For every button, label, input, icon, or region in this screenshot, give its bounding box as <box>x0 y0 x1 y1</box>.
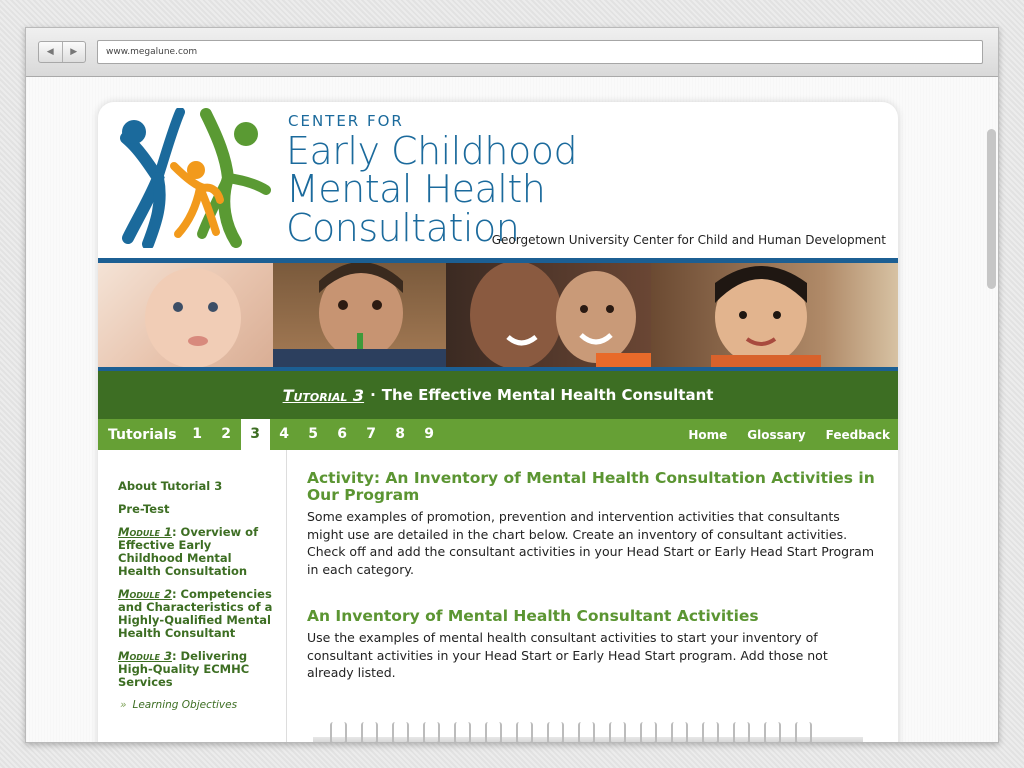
sidebar: About Tutorial 3 Pre-Test Module 1: Over… <box>98 450 287 742</box>
tutorial-link-5[interactable]: 5 <box>299 419 328 450</box>
center-for-label: CENTER FOR <box>288 112 404 130</box>
ring-icon <box>764 722 781 742</box>
tutorial-link-4[interactable]: 4 <box>270 419 299 450</box>
ring-icon <box>702 722 719 742</box>
ring-icon <box>516 722 533 742</box>
site-header: CENTER FOR Early Childhood Mental Health… <box>98 102 898 258</box>
ring-icon <box>485 722 502 742</box>
subitem-label: Learning Objectives <box>132 699 238 711</box>
ring-icon <box>733 722 750 742</box>
browser-toolbar: ◀ ▶ www.megalune.com <box>26 28 998 77</box>
ring-icon <box>547 722 564 742</box>
chevron-right-icon: » <box>120 699 127 711</box>
notebook-rings <box>330 722 812 742</box>
logo-icon[interactable] <box>108 108 273 248</box>
activity-heading: Activity: An Inventory of Mental Health … <box>307 469 875 504</box>
sidebar-item-pretest[interactable]: Pre-Test <box>118 503 276 516</box>
tutorial-link-6[interactable]: 6 <box>328 419 357 450</box>
content-area: About Tutorial 3 Pre-Test Module 1: Over… <box>98 450 898 742</box>
photo-mother-child <box>446 263 651 367</box>
ring-icon <box>423 722 440 742</box>
web-page: CENTER FOR Early Childhood Mental Health… <box>98 102 898 742</box>
ring-icon <box>609 722 626 742</box>
inventory-heading: An Inventory of Mental Health Consultant… <box>307 607 759 625</box>
photo-baby <box>98 263 273 367</box>
sidebar-item-module-1[interactable]: Module 1: Overview of Effective Early Ch… <box>118 526 276 578</box>
tutorial-link-3[interactable]: 3 <box>240 419 270 450</box>
sidebar-item-about[interactable]: About Tutorial 3 <box>118 480 276 493</box>
home-link[interactable]: Home <box>688 428 727 442</box>
ring-icon <box>392 722 409 742</box>
ring-icon <box>454 722 471 742</box>
tutorial-banner: Tutorial 3 · The Effective Mental Health… <box>98 371 898 419</box>
main-content: Activity: An Inventory of Mental Health … <box>287 450 898 742</box>
nav-buttons: ◀ ▶ <box>38 41 86 63</box>
module-label: Module 2 <box>118 587 172 601</box>
browser-window: ◀ ▶ www.megalune.com CENTER FOR Early Ch… <box>25 27 999 743</box>
feedback-link[interactable]: Feedback <box>826 428 890 442</box>
photo-strip <box>98 263 898 367</box>
address-bar[interactable]: www.megalune.com <box>97 40 983 64</box>
global-nav: Home Glossary Feedback <box>688 419 890 450</box>
back-arrow-icon[interactable]: ◀ <box>39 42 62 62</box>
tutorial-title: The Effective Mental Health Consultant <box>381 386 714 404</box>
ring-icon <box>640 722 657 742</box>
sidebar-item-module-2[interactable]: Module 2: Competencies and Characteristi… <box>118 588 276 640</box>
forward-arrow-icon[interactable]: ▶ <box>61 42 86 62</box>
tutorials-label: Tutorials <box>108 426 177 443</box>
tutorial-link-2[interactable]: 2 <box>212 419 241 450</box>
site-title-line2: Mental Health <box>286 167 546 211</box>
sidebar-subitem-learning-objectives[interactable]: » Learning Objectives <box>120 699 276 711</box>
module-label: Module 3 <box>118 649 172 663</box>
photo-boy-smiling <box>651 263 898 367</box>
activity-paragraph: Some examples of promotion, prevention a… <box>307 509 874 577</box>
scrollbar[interactable] <box>987 129 996 289</box>
site-title-line1: Early Childhood <box>286 129 578 173</box>
module-label: Module 1 <box>118 525 172 539</box>
tutorial-link-8[interactable]: 8 <box>386 419 415 450</box>
tutorial-link-1[interactable]: 1 <box>183 419 212 450</box>
ring-icon <box>671 722 688 742</box>
sidebar-item-module-3[interactable]: Module 3: Delivering High-Quality ECMHC … <box>118 650 276 689</box>
tutorial-navbar: Tutorials 1 2 3 4 5 6 7 8 9 Home Glossar… <box>98 419 898 450</box>
ring-icon <box>578 722 595 742</box>
photo-boy-crayon <box>273 263 446 367</box>
ring-icon <box>330 722 347 742</box>
page-viewport: CENTER FOR Early Childhood Mental Health… <box>26 77 998 742</box>
ring-icon <box>795 722 812 742</box>
tutorial-label-link[interactable]: Tutorial 3 <box>283 386 365 405</box>
tutorial-link-9[interactable]: 9 <box>415 419 444 450</box>
tutorial-link-7[interactable]: 7 <box>357 419 386 450</box>
inventory-paragraph: Use the examples of mental health consul… <box>307 630 828 680</box>
ring-icon <box>361 722 378 742</box>
site-title-line3: Consultation <box>286 206 520 250</box>
affiliation-text: Georgetown University Center for Child a… <box>491 233 886 247</box>
glossary-link[interactable]: Glossary <box>747 428 805 442</box>
banner-separator: · <box>370 386 376 404</box>
